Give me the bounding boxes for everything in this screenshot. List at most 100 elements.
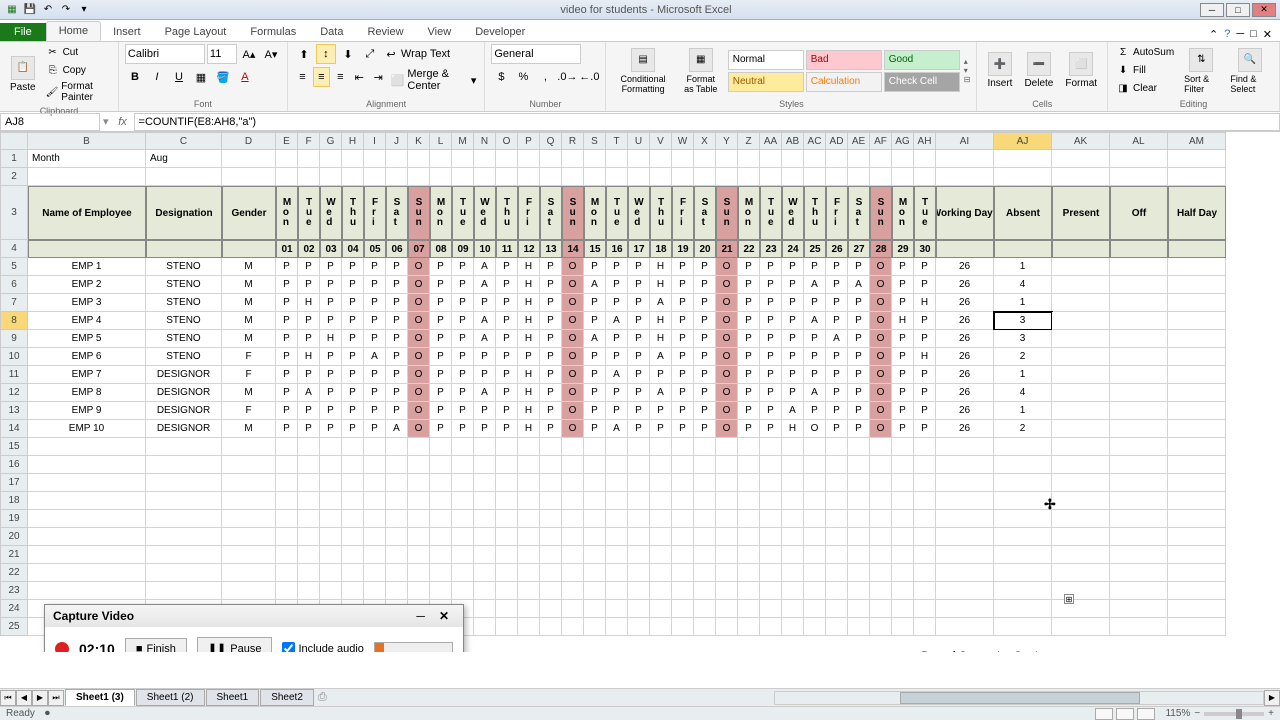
wrap-text-button[interactable]: ↩Wrap Text (382, 44, 452, 64)
cut-button[interactable]: ✂Cut (44, 44, 112, 60)
styles-more[interactable]: ⊟ (964, 75, 971, 84)
col-header-J[interactable]: J (386, 132, 408, 150)
maximize-button[interactable]: □ (1226, 3, 1250, 17)
cell-style-calculation[interactable]: Calculation (806, 72, 882, 92)
tab-insert[interactable]: Insert (101, 23, 153, 41)
col-header-AM[interactable]: AM (1168, 132, 1226, 150)
currency-button[interactable]: $ (491, 67, 511, 87)
format-cells-button[interactable]: ⬜Format (1061, 50, 1101, 91)
help-icon[interactable]: ? (1224, 28, 1230, 41)
capture-close-button[interactable]: ✕ (433, 609, 455, 623)
qat-dropdown-icon[interactable]: ▾ (76, 2, 92, 18)
col-header-U[interactable]: U (628, 132, 650, 150)
col-header-F[interactable]: F (298, 132, 320, 150)
orientation-button[interactable]: ⤢ (360, 44, 380, 64)
close-button[interactable]: ✕ (1252, 3, 1276, 17)
row-header-3[interactable]: 3 (0, 186, 28, 240)
col-header-D[interactable]: D (222, 132, 276, 150)
row-header-11[interactable]: 11 (0, 366, 28, 384)
zoom-slider[interactable] (1204, 712, 1264, 716)
row-header-24[interactable]: 24 (0, 600, 28, 618)
col-header-AF[interactable]: AF (870, 132, 892, 150)
italic-button[interactable]: I (147, 67, 167, 87)
select-all-button[interactable] (0, 132, 28, 150)
font-name-select[interactable] (125, 44, 205, 64)
clear-button[interactable]: ◨Clear (1114, 81, 1176, 97)
cells-area[interactable]: MonthAugName of EmployeeDesignationGende… (28, 150, 1226, 636)
row-header-5[interactable]: 5 (0, 258, 28, 276)
tab-review[interactable]: Review (355, 23, 415, 41)
autofill-options-icon[interactable]: ⊞ (1064, 594, 1074, 604)
sheet-tab[interactable]: Sheet1 (206, 689, 260, 706)
col-header-O[interactable]: O (496, 132, 518, 150)
format-painter-button[interactable]: 🖌Format Painter (44, 80, 112, 104)
row-header-19[interactable]: 19 (0, 510, 28, 528)
page-break-view-button[interactable] (1137, 708, 1155, 720)
underline-button[interactable]: U (169, 67, 189, 87)
col-header-C[interactable]: C (146, 132, 222, 150)
row-header-23[interactable]: 23 (0, 582, 28, 600)
align-top-button[interactable]: ⬆ (294, 44, 314, 64)
col-header-B[interactable]: B (28, 132, 146, 150)
row-header-4[interactable]: 4 (0, 240, 28, 258)
normal-view-button[interactable] (1095, 708, 1113, 720)
row-header-14[interactable]: 14 (0, 420, 28, 438)
row-header-7[interactable]: 7 (0, 294, 28, 312)
number-format-select[interactable] (491, 44, 581, 64)
insert-cells-button[interactable]: ➕Insert (983, 50, 1016, 91)
minimize-button[interactable]: ─ (1200, 3, 1224, 17)
decrease-decimal-button[interactable]: ←.0 (579, 67, 599, 87)
name-box-dropdown[interactable]: ▾ (100, 115, 112, 128)
col-header-AH[interactable]: AH (914, 132, 936, 150)
sort-filter-button[interactable]: ⇅Sort & Filter (1180, 46, 1222, 96)
align-bottom-button[interactable]: ⬇ (338, 44, 358, 64)
increase-decimal-button[interactable]: .0→ (557, 67, 577, 87)
fill-button[interactable]: ⬇Fill (1114, 63, 1176, 79)
autosum-button[interactable]: ΣAutoSum (1114, 45, 1176, 61)
row-header-20[interactable]: 20 (0, 528, 28, 546)
find-select-button[interactable]: 🔍Find & Select (1226, 46, 1273, 96)
col-header-M[interactable]: M (452, 132, 474, 150)
row-header-2[interactable]: 2 (0, 168, 28, 186)
tab-developer[interactable]: Developer (463, 23, 537, 41)
col-header-Z[interactable]: Z (738, 132, 760, 150)
grow-font-button[interactable]: A▴ (239, 44, 259, 64)
row-header-12[interactable]: 12 (0, 384, 28, 402)
fx-button[interactable]: fx (112, 116, 134, 128)
row-header-13[interactable]: 13 (0, 402, 28, 420)
styles-scroll-up[interactable]: ▴ (964, 57, 971, 66)
spreadsheet-grid[interactable]: BCDEFGHIJKLMNOPQRSTUVWXYZAAABACADAEAFAGA… (0, 132, 1280, 652)
col-header-Y[interactable]: Y (716, 132, 738, 150)
col-header-R[interactable]: R (562, 132, 584, 150)
page-layout-view-button[interactable] (1116, 708, 1134, 720)
col-header-Q[interactable]: Q (540, 132, 562, 150)
tab-page-layout[interactable]: Page Layout (153, 23, 239, 41)
workbook-restore-icon[interactable]: □ (1250, 28, 1257, 41)
new-sheet-button[interactable]: ⎙ (318, 691, 327, 704)
row-header-8[interactable]: 8 (0, 312, 28, 330)
save-icon[interactable]: 💾 (22, 2, 38, 18)
cell-style-good[interactable]: Good (884, 50, 960, 70)
row-header-16[interactable]: 16 (0, 456, 28, 474)
col-header-I[interactable]: I (364, 132, 386, 150)
workbook-min-icon[interactable]: ─ (1236, 28, 1244, 41)
sheet-tab[interactable]: Sheet1 (2) (136, 689, 205, 706)
col-header-AB[interactable]: AB (782, 132, 804, 150)
col-header-AG[interactable]: AG (892, 132, 914, 150)
col-header-E[interactable]: E (276, 132, 298, 150)
col-header-AA[interactable]: AA (760, 132, 782, 150)
tab-formulas[interactable]: Formulas (238, 23, 308, 41)
tab-data[interactable]: Data (308, 23, 355, 41)
row-header-18[interactable]: 18 (0, 492, 28, 510)
sheet-nav-last[interactable]: ⏭ (48, 690, 64, 706)
tab-view[interactable]: View (416, 23, 464, 41)
undo-icon[interactable]: ↶ (40, 2, 56, 18)
name-box[interactable]: AJ8 (0, 113, 100, 131)
borders-button[interactable]: ▦ (191, 67, 211, 87)
align-left-button[interactable]: ≡ (294, 67, 311, 87)
align-middle-button[interactable]: ↕ (316, 44, 336, 64)
sheet-tab[interactable]: Sheet1 (3) (65, 689, 135, 706)
col-header-H[interactable]: H (342, 132, 364, 150)
paste-button[interactable]: 📋Paste (6, 54, 40, 95)
col-header-AD[interactable]: AD (826, 132, 848, 150)
